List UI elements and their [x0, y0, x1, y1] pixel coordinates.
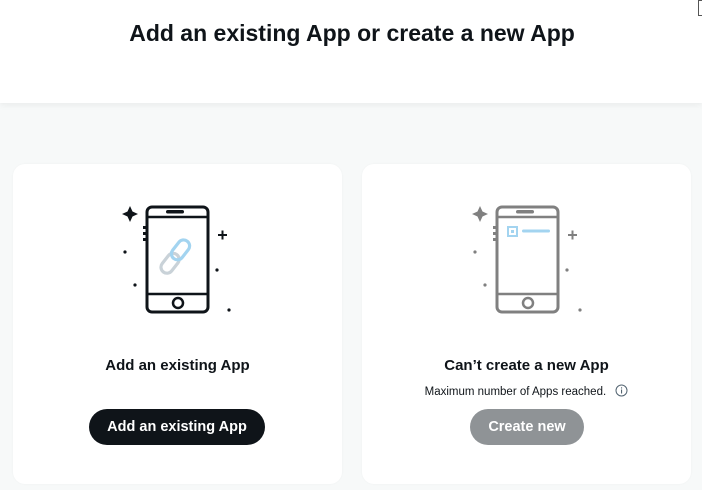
phone-link-icon	[122, 205, 231, 314]
create-new-app-card: Can’t create a new App Maximum number of…	[362, 164, 691, 484]
create-new-button[interactable]: Create new	[470, 409, 584, 445]
page-title: Add an existing App or create a new App	[129, 20, 575, 46]
max-apps-text: Maximum number of Apps reached.	[424, 386, 607, 398]
page-header: Add an existing App or create a new App	[0, 0, 702, 103]
phone-app-icon	[472, 205, 582, 314]
card-title: Add an existing App	[105, 357, 250, 374]
add-existing-app-card: Add an existing App Add an existing App	[13, 164, 342, 484]
add-existing-app-button[interactable]: Add an existing App	[89, 409, 265, 445]
info-icon[interactable]	[615, 384, 628, 397]
card-title: Can’t create a new App	[444, 357, 609, 374]
window-edge-control	[698, 0, 702, 16]
max-apps-notice: Maximum number of Apps reached.	[362, 384, 691, 398]
